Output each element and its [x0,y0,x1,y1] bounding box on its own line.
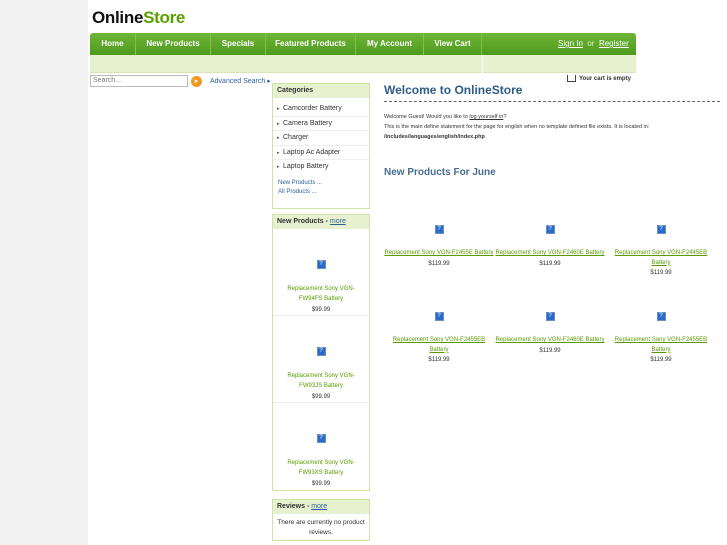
sidebar-new-products-header: New Products - more [273,215,369,229]
main-nav: Home New Products Specials Featured Prod… [90,33,636,55]
sidebar-product[interactable]: ? Replacement Sony VGN-FW93JS Battery $9… [273,316,369,403]
product-price: $119.99 [539,260,561,267]
site-logo[interactable]: OnlineStore [92,8,185,28]
auth-or: or [587,39,595,48]
new-products-link[interactable]: New Products ... [273,179,369,188]
auth-links: Sign In or Register [558,33,629,55]
category-item[interactable]: Charger [273,131,369,146]
logo-text-online: Online [92,8,144,27]
define-path: /includes/languages/english/index.php [384,134,485,140]
category-item[interactable]: Laptop Battery [273,160,369,175]
category-item[interactable]: Camera Battery [273,117,369,132]
product-card[interactable]: ? Replacement Sony VGN-F2460E Battery $1… [495,217,605,269]
product-name[interactable]: Replacement Sony VGN-F2455EB Battery [384,336,494,355]
cart-status[interactable]: Your cart is empty [567,75,631,82]
all-products-link[interactable]: All Products ... [273,188,369,197]
logo-text-store: Store [143,8,186,27]
category-item[interactable]: Camcorder Battery [273,102,369,117]
product-name[interactable]: Replacement Sony VGN-F2455EB Battery [606,336,716,355]
categories-box: Categories Camcorder Battery Camera Batt… [272,83,370,209]
reviews-title: Reviews - [277,503,312,510]
sidebar-product-name[interactable]: Replacement Sony VGN-FW94FS Battery [273,284,369,304]
define-text: This is the main define statement for th… [384,124,650,130]
category-item[interactable]: Laptop Ac Adapter [273,146,369,161]
product-image-placeholder-icon[interactable]: ? [545,312,555,321]
sidebar-new-more-link[interactable]: more [330,218,346,225]
product-name[interactable]: Replacement Sony VGN-F2460E Battery [495,336,605,346]
reviews-box: Reviews - more There are currently no pr… [272,499,370,541]
login-link[interactable]: log yourself in [469,114,503,120]
register-link[interactable]: Register [599,39,629,48]
product-name[interactable]: Replacement Sony VGN-F2445EB Battery [606,249,716,268]
sidebar-product[interactable]: ? Replacement Sony VGN-FW94FS Battery $9… [273,229,369,316]
nav-featured-products[interactable]: Featured Products [266,33,356,55]
cart-text: Your cart is empty [579,76,631,83]
product-card[interactable]: ? Replacement Sony VGN-F2455E Battery $1… [384,217,494,269]
page-title: Welcome to OnlineStore [384,83,523,97]
product-image-placeholder-icon[interactable]: ? [434,312,444,321]
sidebar-product-price: $99.99 [311,394,331,400]
product-name[interactable]: Replacement Sony VGN-F2455E Battery [384,249,494,259]
nav-view-cart[interactable]: View Cart [424,33,482,55]
product-price: $119.99 [650,270,672,276]
product-image-placeholder-icon[interactable]: ? [656,312,666,321]
reviews-more-link[interactable]: more [311,503,327,510]
product-price: $119.99 [428,357,450,363]
product-price: $119.99 [650,357,672,363]
sidebar-new-products-box: New Products - more ? Replacement Sony V… [272,214,370,491]
greeting-post: ? [503,114,507,120]
intro-text: Welcome Guest! Would you like to log you… [384,112,714,142]
product-image-placeholder-icon[interactable]: ? [434,225,444,234]
product-image-placeholder-icon[interactable]: ? [545,225,555,234]
search-go-icon[interactable]: ▸ [191,76,202,87]
categories-header: Categories [273,84,369,98]
product-price: $119.99 [539,347,561,354]
search-input[interactable]: Search... [90,75,188,87]
sub-nav-divider [482,55,483,73]
product-card[interactable]: ? Replacement Sony VGN-F2445EB Battery $… [606,217,716,278]
nav-new-products[interactable]: New Products [136,33,211,55]
nav-home[interactable]: Home [90,33,136,55]
advanced-search-link[interactable]: Advanced Search ▸ [210,77,271,85]
product-image-placeholder-icon[interactable]: ? [316,434,326,443]
product-name[interactable]: Replacement Sony VGN-F2460E Battery [495,249,605,259]
sidebar-product-name[interactable]: Replacement Sony VGN-FW93JS Battery [273,371,369,391]
product-card[interactable]: ? Replacement Sony VGN-F2455EB Battery $… [606,304,716,365]
nav-specials[interactable]: Specials [211,33,266,55]
sidebar-product-price: $99.99 [311,481,331,487]
reviews-header: Reviews - more [273,500,369,514]
new-products-heading: New Products For June [384,167,496,178]
product-image-placeholder-icon[interactable]: ? [316,260,326,269]
product-image-placeholder-icon[interactable]: ? [656,225,666,234]
sidebar-new-title: New Products - [277,218,330,225]
sidebar-product[interactable]: ? Replacement Sony VGN-FW93XS Battery $9… [273,403,369,490]
sidebar-product-price: $99.99 [311,307,331,313]
sign-in-link[interactable]: Sign In [558,39,583,48]
sub-nav-bar [90,55,636,73]
sidebar-product-name[interactable]: Replacement Sony VGN-FW93XS Battery [273,458,369,478]
product-image-placeholder-icon[interactable]: ? [316,347,326,356]
title-divider [384,101,720,102]
greeting-pre: Welcome Guest! Would you like to [384,114,470,120]
product-card[interactable]: ? Replacement Sony VGN-F2460E Battery $1… [495,304,605,356]
reviews-body: There are currently no product reviews. [277,519,365,536]
cart-icon [567,75,576,82]
nav-my-account[interactable]: My Account [356,33,424,55]
product-price: $119.99 [428,260,450,267]
product-card[interactable]: ? Replacement Sony VGN-F2455EB Battery $… [384,304,494,365]
